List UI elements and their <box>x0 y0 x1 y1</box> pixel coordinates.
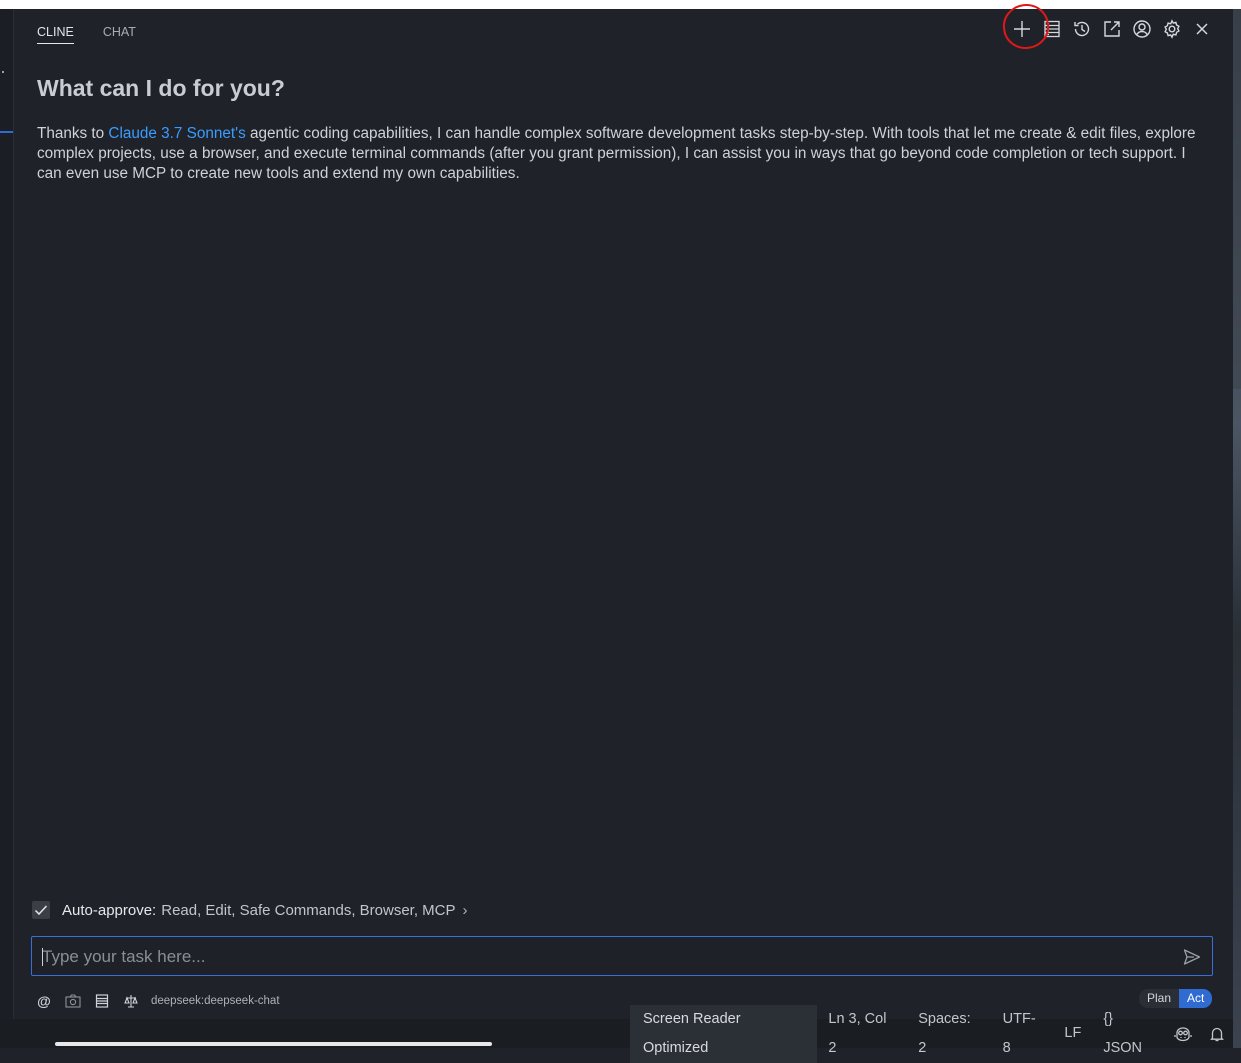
mention-icon[interactable]: @ <box>35 992 53 1010</box>
auto-approve-value[interactable]: Read, Edit, Safe Commands, Browser, MCP <box>161 902 455 919</box>
model-selector[interactable]: deepseek:deepseek-chat <box>151 995 280 1007</box>
camera-icon[interactable] <box>64 992 82 1010</box>
history-icon[interactable] <box>1071 18 1093 40</box>
task-input[interactable] <box>40 937 1174 977</box>
screen-reader-status[interactable]: Screen Reader Optimized <box>630 1004 818 1063</box>
welcome-intro: Thanks to Claude 3.7 Sonnet's agentic co… <box>37 124 1197 184</box>
auto-approve-label: Auto-approve: <box>62 901 157 919</box>
welcome-heading: What can I do for you? <box>37 75 285 101</box>
text-caret <box>42 948 43 966</box>
panel-toolbar <box>1011 18 1213 40</box>
model-link[interactable]: Claude 3.7 Sonnet's <box>108 125 245 142</box>
close-icon[interactable] <box>1191 18 1213 40</box>
activity-dot <box>2 71 4 73</box>
encoding-status[interactable]: UTF-8 <box>992 1005 1054 1063</box>
activity-indicator <box>0 131 13 133</box>
auto-approve-row: Auto-approve: Read, Edit, Safe Commands,… <box>32 901 468 919</box>
account-icon[interactable] <box>1131 18 1153 40</box>
tab-cline[interactable]: CLINE <box>37 25 74 44</box>
act-mode-button[interactable]: Act <box>1179 989 1213 1008</box>
bell-icon[interactable] <box>1201 1026 1233 1042</box>
task-input-box <box>31 936 1213 977</box>
chevron-right-icon[interactable]: › <box>463 902 468 919</box>
window-top-edge <box>0 0 1241 9</box>
plus-icon[interactable] <box>1011 18 1033 40</box>
auto-approve-checkbox[interactable] <box>32 901 50 919</box>
intro-text-before: Thanks to <box>37 125 109 142</box>
model-icon[interactable] <box>122 992 140 1010</box>
popout-icon[interactable] <box>1101 18 1123 40</box>
send-icon[interactable] <box>1182 947 1202 967</box>
input-toolbar: @ deepseek:deepseek-chat <box>35 992 280 1010</box>
activity-strip <box>0 9 14 1019</box>
tab-chat[interactable]: CHAT <box>103 25 136 44</box>
right-scrollbar[interactable] <box>1233 9 1241 1048</box>
panel-tabs: CLINE CHAT <box>37 25 136 44</box>
gear-icon[interactable] <box>1161 18 1183 40</box>
check-icon <box>34 905 48 916</box>
horizontal-scrollbar[interactable] <box>55 1042 492 1046</box>
language-mode[interactable]: {} JSON <box>1092 1005 1165 1063</box>
copilot-icon[interactable] <box>1165 1026 1201 1042</box>
scrollbar-thumb[interactable] <box>1233 9 1241 389</box>
indentation-status[interactable]: Spaces: 2 <box>907 1005 991 1063</box>
eol-status[interactable]: LF <box>1053 1019 1092 1048</box>
status-items: Screen Reader Optimized Ln 3, Col 2 Spac… <box>630 1004 1233 1063</box>
server-icon[interactable] <box>93 992 111 1010</box>
cline-panel: CLINE CHAT What can I do for you? Thanks… <box>14 1 1233 1019</box>
server-icon[interactable] <box>1041 18 1063 40</box>
cursor-position[interactable]: Ln 3, Col 2 <box>817 1005 907 1063</box>
